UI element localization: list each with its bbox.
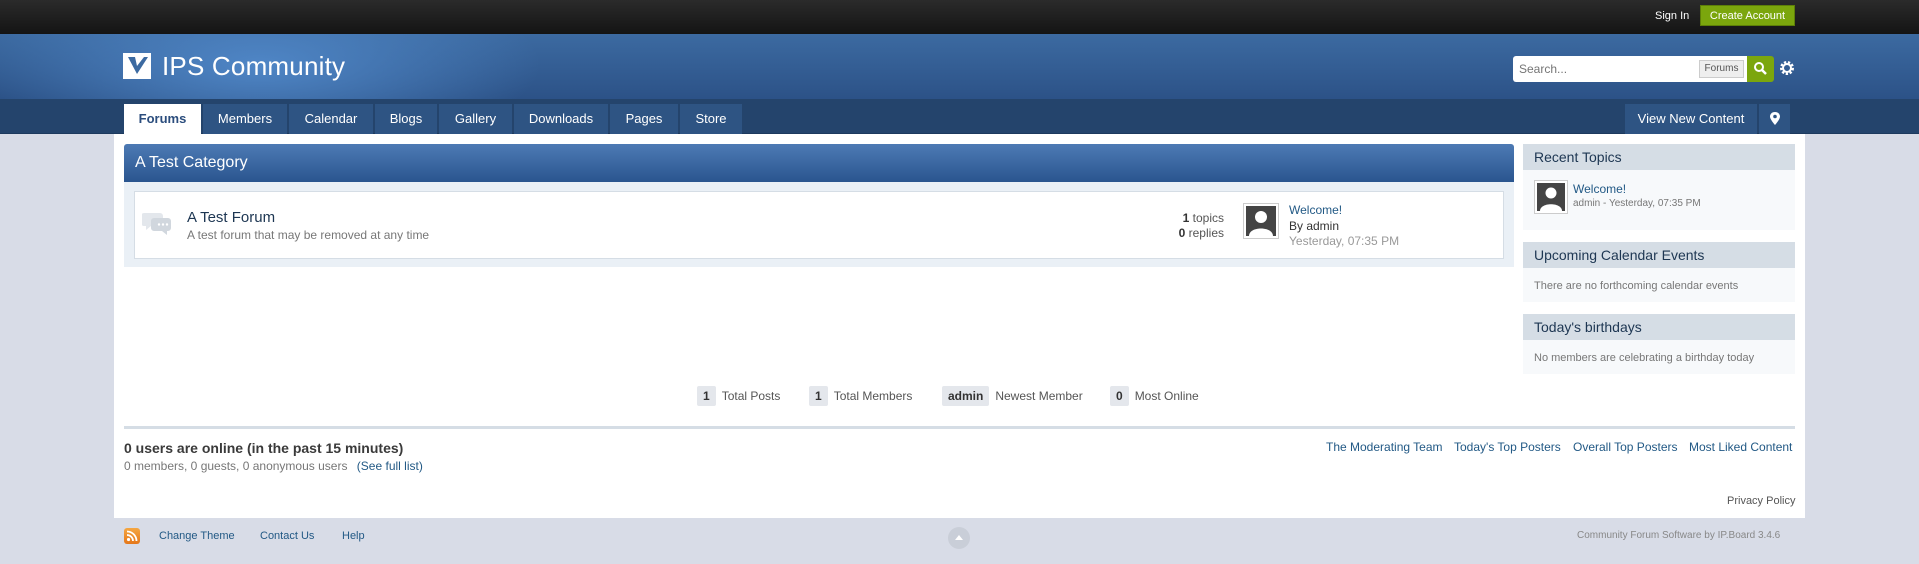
overall-top-posters-link[interactable]: Overall Top Posters (1573, 440, 1678, 454)
tab-store[interactable]: Store (680, 104, 742, 134)
search-box: Forums (1513, 56, 1758, 82)
search-icon (1754, 62, 1767, 75)
stat-value: 0 (1110, 386, 1129, 406)
help-link[interactable]: Help (342, 530, 365, 542)
most-liked-content-link[interactable]: Most Liked Content (1689, 440, 1792, 454)
moderating-team-link[interactable]: The Moderating Team (1326, 440, 1443, 454)
forum-title-link[interactable]: A Test Forum (187, 209, 275, 226)
stat-label: Total Members (833, 389, 913, 403)
forum-topics-count: 1 topics (1183, 211, 1224, 225)
category-header[interactable]: A Test Category (124, 144, 1514, 182)
last-post-date[interactable]: Yesterday, 07:35 PM (1289, 234, 1399, 248)
tab-downloads[interactable]: Downloads (514, 104, 608, 134)
forum-description: A test forum that may be removed at any … (187, 228, 430, 242)
gear-icon[interactable] (1778, 59, 1796, 77)
user-bar: Sign In Create Account (0, 0, 1919, 34)
back-to-top-icon (955, 535, 963, 540)
view-new-content-link[interactable]: View New Content (1625, 104, 1757, 134)
avatar[interactable] (1534, 180, 1568, 214)
user-silhouette-icon (1537, 183, 1565, 211)
stat-total-posts: 1 Total Posts (697, 386, 780, 406)
branding-header: IPS Community Forums (0, 34, 1919, 99)
stat-value: 1 (697, 386, 716, 406)
contact-us-link[interactable]: Contact Us (260, 530, 314, 542)
search-scope-button[interactable]: Forums (1699, 60, 1744, 78)
forum-replies-count: 0 replies (1179, 226, 1224, 240)
replies-count-label: replies (1188, 226, 1224, 240)
site-title[interactable]: IPS Community (162, 51, 345, 82)
stat-label: Total Posts (721, 389, 781, 403)
topics-count-value: 1 (1182, 211, 1190, 225)
stat-value: 1 (809, 386, 828, 406)
calendar-empty-text: There are no forthcoming calendar events (1534, 280, 1739, 292)
online-users-title: 0 users are online (in the past 15 minut… (124, 440, 404, 456)
see-full-list-link[interactable]: (See full list) (357, 459, 423, 473)
newest-member-link[interactable]: admin (942, 386, 990, 406)
map-pin-button[interactable] (1759, 104, 1790, 134)
privacy-policy-link[interactable]: Privacy Policy (1727, 495, 1795, 507)
last-post-title-link[interactable]: Welcome! (1289, 203, 1342, 217)
online-users-counts: 0 members, 0 guests, 0 anonymous users (124, 459, 348, 473)
stat-label: Most Online (1134, 389, 1199, 403)
rss-glyph-icon (126, 530, 138, 542)
recent-topic-meta: admin - Yesterday, 07:35 PM (1573, 198, 1701, 209)
divider (124, 426, 1795, 429)
search-input[interactable] (1513, 56, 1698, 82)
tab-calendar[interactable]: Calendar (289, 104, 373, 134)
tab-forums[interactable]: Forums (124, 104, 201, 134)
tab-members[interactable]: Members (203, 104, 287, 134)
search-button[interactable] (1747, 56, 1774, 82)
replies-count-value: 0 (1178, 226, 1186, 240)
recent-topic-link[interactable]: Welcome! (1573, 182, 1626, 196)
stat-newest-member: admin Newest Member (942, 386, 1083, 406)
calendar-events-header: Upcoming Calendar Events (1523, 242, 1795, 268)
sign-in-link[interactable]: Sign In (1655, 10, 1689, 22)
forum-bubble-icon (142, 213, 171, 235)
last-post-author[interactable]: By admin (1289, 219, 1339, 233)
primary-nav: Forums Members Calendar Blogs Gallery Do… (0, 99, 1919, 134)
topics-count-label: topics (1192, 211, 1224, 225)
tab-pages[interactable]: Pages (610, 104, 678, 134)
tab-gallery[interactable]: Gallery (439, 104, 512, 134)
online-users-summary: 0 members, 0 guests, 0 anonymous users (… (124, 459, 423, 473)
todays-top-posters-link[interactable]: Today's Top Posters (1454, 440, 1561, 454)
logo-icon[interactable] (123, 53, 151, 79)
create-account-button[interactable]: Create Account (1700, 5, 1795, 26)
back-to-top-button[interactable] (948, 527, 970, 549)
birthdays-header: Today's birthdays (1523, 314, 1795, 340)
rss-icon[interactable] (124, 528, 140, 544)
tab-blogs[interactable]: Blogs (375, 104, 437, 134)
change-theme-link[interactable]: Change Theme (159, 530, 235, 542)
stat-label: Newest Member (995, 389, 1083, 403)
avatar[interactable] (1243, 203, 1279, 239)
stat-most-online: 0 Most Online (1110, 386, 1199, 406)
recent-topics-header: Recent Topics (1523, 144, 1795, 170)
birthdays-empty-text: No members are celebrating a birthday to… (1534, 352, 1755, 364)
stat-total-members: 1 Total Members (809, 386, 912, 406)
map-pin-icon (1769, 112, 1780, 125)
user-silhouette-icon (1246, 206, 1276, 236)
copyright-text[interactable]: Community Forum Software by IP.Board 3.4… (1577, 530, 1780, 541)
